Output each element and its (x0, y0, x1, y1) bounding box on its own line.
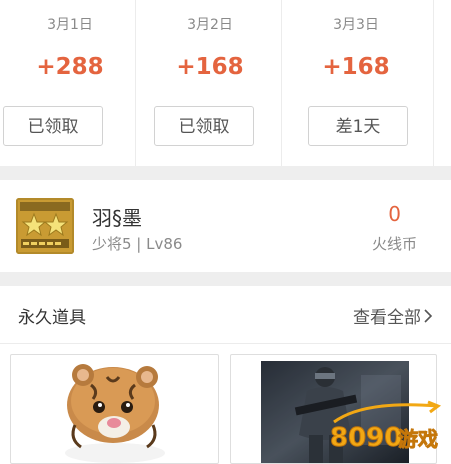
profile-row[interactable]: 羽§墨 少将5 | Lv86 0 火线币 (0, 180, 451, 272)
divider (281, 0, 282, 166)
item-card-tiger-hat[interactable] (10, 354, 219, 464)
tiger-hat-icon (65, 364, 165, 463)
chevron-right-icon (423, 308, 433, 328)
checkin-points: +168 (176, 54, 244, 80)
svg-text:8090: 8090 (330, 423, 402, 453)
checkin-day-3: 3月3日 +168 差1天 (286, 0, 426, 166)
svg-text:游戏: 游戏 (398, 427, 438, 451)
checkin-date: 3月3日 (333, 17, 379, 33)
checkin-date: 3月2日 (187, 17, 233, 33)
items-header: 永久道具 查看全部 (0, 286, 451, 344)
claimed-button[interactable]: 已领取 (154, 106, 254, 146)
view-all-label: 查看全部 (353, 308, 421, 328)
player-name: 羽§墨 (92, 206, 142, 230)
view-all-link[interactable]: 查看全部 (353, 303, 433, 328)
divider (433, 0, 434, 166)
checkin-points: +288 (36, 54, 104, 80)
days-remaining-button[interactable]: 差1天 (308, 106, 408, 146)
coin-value: 0 (388, 202, 401, 226)
claimed-button[interactable]: 已领取 (3, 106, 103, 146)
coin-label: 火线币 (371, 235, 417, 253)
watermark-logo: 8090 游戏 (328, 396, 448, 456)
items-title: 永久道具 (18, 308, 86, 328)
checkin-points: +168 (322, 54, 390, 80)
section-divider (0, 272, 451, 286)
rank-badge-icon (16, 198, 74, 254)
checkin-day-1: 3月1日 +288 已领取 (0, 0, 140, 166)
checkin-date: 3月1日 (47, 17, 93, 33)
checkin-section: 3月1日 +288 已领取 3月2日 +168 已领取 3月3日 +168 差1… (0, 0, 451, 166)
section-divider (0, 166, 451, 180)
checkin-day-2: 3月2日 +168 已领取 (134, 0, 286, 166)
player-rank: 少将5 | Lv86 (92, 235, 183, 253)
